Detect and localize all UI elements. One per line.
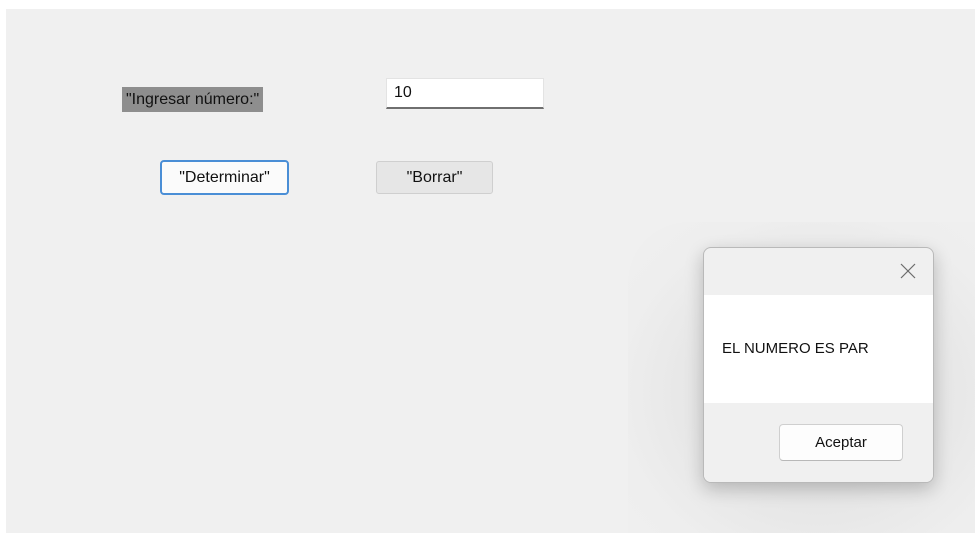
dialog-message: EL NUMERO ES PAR bbox=[722, 340, 869, 357]
dialog-titlebar bbox=[704, 248, 933, 295]
number-input[interactable] bbox=[386, 78, 544, 109]
dialog-footer: Aceptar bbox=[704, 403, 933, 482]
number-label: "Ingresar número:" bbox=[122, 87, 264, 112]
dialog-body: EL NUMERO ES PAR bbox=[704, 295, 933, 403]
determine-button[interactable]: "Determinar" bbox=[160, 160, 289, 195]
close-icon[interactable] bbox=[899, 262, 917, 280]
message-dialog: EL NUMERO ES PAR Aceptar bbox=[703, 247, 934, 483]
clear-button[interactable]: "Borrar" bbox=[376, 161, 493, 194]
ok-button[interactable]: Aceptar bbox=[779, 424, 903, 461]
